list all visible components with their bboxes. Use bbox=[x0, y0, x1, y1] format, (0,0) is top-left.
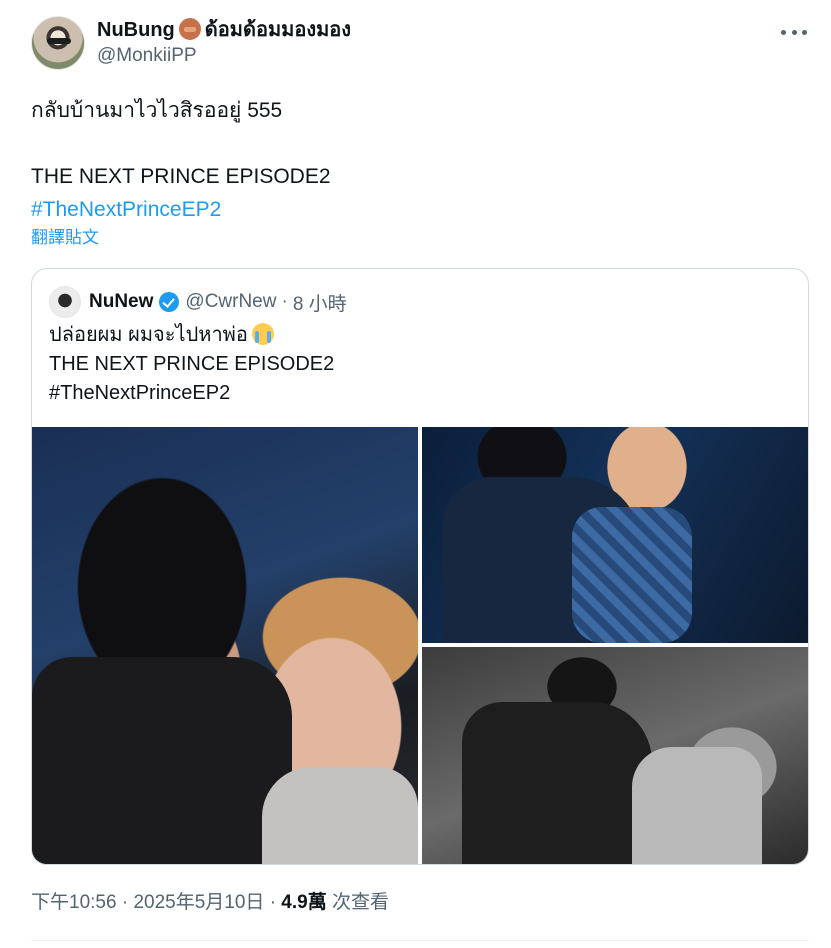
meta-separator-1: · bbox=[121, 892, 129, 913]
quoted-line-3: #TheNextPrinceEP2 bbox=[49, 382, 231, 404]
post-time[interactable]: 下午10:56 bbox=[31, 892, 117, 913]
tweet-line-2: THE NEXT PRINCE EPISODE2 bbox=[31, 165, 331, 188]
avatar-glasses bbox=[47, 38, 71, 44]
author-handle[interactable]: @MonkiiPP bbox=[97, 43, 351, 69]
quoted-line-1: ปล่อยผม ผมจะไปหาพ่อ bbox=[49, 321, 334, 350]
views-count[interactable]: 4.9萬 bbox=[281, 892, 326, 913]
quoted-line-2: THE NEXT PRINCE EPISODE2 bbox=[49, 353, 335, 375]
quoted-text: ปล่อยผม ผมจะไปหาพ่อ THE NEXT PRINCE EPIS… bbox=[49, 321, 334, 408]
quoted-header: NuNew @CwrNew · 8 小時 bbox=[49, 285, 347, 319]
more-options-icon[interactable] bbox=[781, 22, 807, 42]
media-photo-3[interactable] bbox=[422, 647, 808, 864]
author-display-name[interactable]: NuBung ด้อมด้อมมองมอง bbox=[97, 17, 351, 43]
quoted-separator: · bbox=[281, 291, 288, 312]
tweet-header: NuBung ด้อมด้อมมองมอง @MonkiiPP bbox=[31, 14, 811, 74]
quoted-avatar bbox=[49, 286, 81, 318]
quoted-timestamp: 8 小時 bbox=[292, 293, 347, 315]
meta-separator-2: · bbox=[269, 892, 277, 913]
views-label: 次查看 bbox=[332, 892, 390, 913]
divider bbox=[31, 940, 809, 941]
post-date[interactable]: 2025年5月10日 bbox=[133, 892, 264, 913]
translate-post-link[interactable]: 翻譯貼文 bbox=[31, 227, 99, 249]
see-no-evil-monkey-icon bbox=[178, 18, 201, 40]
quoted-handle: @CwrNew bbox=[185, 291, 277, 312]
author-name-suffix: ด้อมด้อมมองมอง bbox=[204, 19, 352, 41]
author-names: NuBung ด้อมด้อมมองมอง @MonkiiPP bbox=[97, 17, 351, 69]
tweet-hashtag-link[interactable]: #TheNextPrinceEP2 bbox=[31, 193, 791, 226]
quoted-media-grid bbox=[32, 427, 808, 864]
loudly-crying-face-icon bbox=[251, 323, 274, 345]
verified-badge-icon bbox=[159, 292, 180, 312]
tweet-line-1: กลับบ้านมาไวไวสิรออยู่ 555 bbox=[31, 99, 283, 122]
tweet-meta: 下午10:56 · 2025年5月10日 · 4.9萬 次查看 bbox=[31, 889, 389, 917]
quoted-tweet-card[interactable]: NuNew @CwrNew · 8 小時 ปล่อยผม ผมจะไปหาพ่อ… bbox=[31, 268, 809, 865]
quoted-display-name: NuNew bbox=[89, 291, 154, 312]
media-photo-2[interactable] bbox=[422, 427, 808, 643]
author-name-text: NuBung bbox=[97, 19, 175, 41]
avatar[interactable] bbox=[31, 16, 85, 70]
quoted-line-1-text: ปล่อยผม ผมจะไปหาพ่อ bbox=[49, 324, 248, 346]
tweet-text: กลับบ้านมาไวไวสิรออยู่ 555 THE NEXT PRIN… bbox=[31, 94, 791, 226]
media-photo-1[interactable] bbox=[32, 427, 418, 864]
